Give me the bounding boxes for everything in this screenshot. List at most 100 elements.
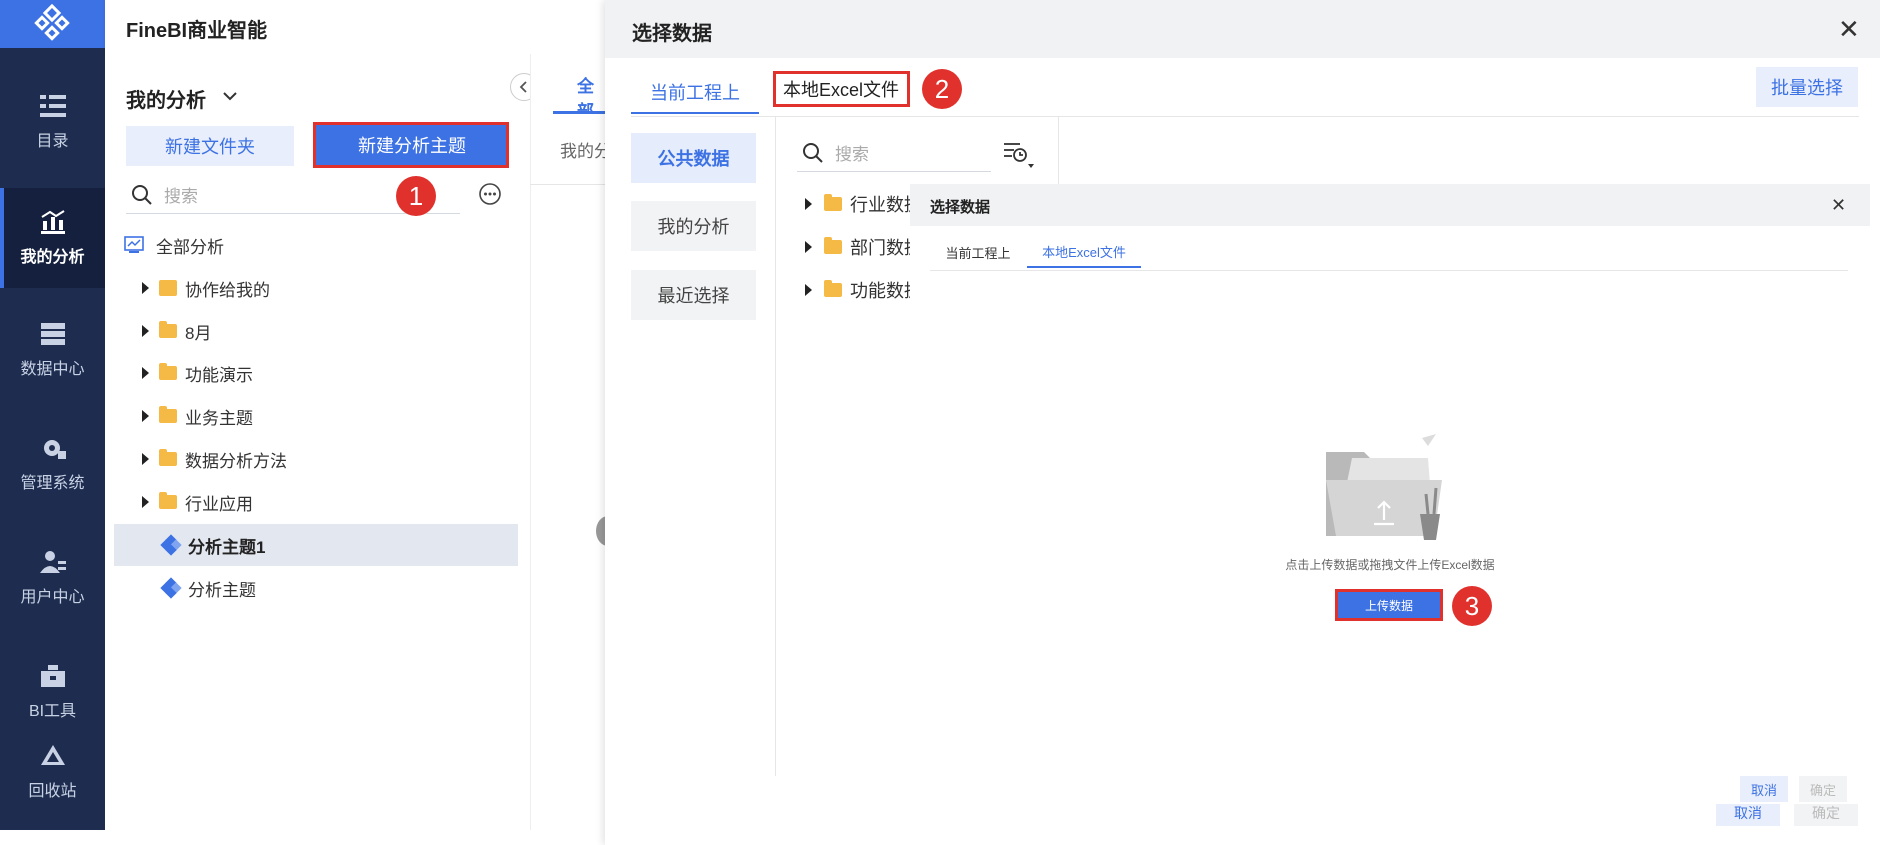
inner-tab-current-project[interactable]: 当前工程上 <box>930 236 1026 268</box>
divider <box>1058 116 1059 184</box>
divider <box>530 184 605 185</box>
expand-icon[interactable] <box>142 410 149 422</box>
search-icon <box>803 142 823 163</box>
tree-item[interactable]: 数据分析方法 <box>114 438 518 480</box>
highlight-box <box>1335 589 1443 621</box>
toolbox-icon <box>40 665 65 687</box>
annotation-marker-2: 2 <box>922 69 962 109</box>
close-icon[interactable]: ✕ <box>1838 16 1860 42</box>
logo[interactable] <box>0 0 105 48</box>
tree-label: 部门数据 <box>850 238 912 258</box>
chevron-down-icon[interactable] <box>222 90 238 102</box>
logo-icon <box>33 4 70 41</box>
side-title[interactable]: 我的分析 <box>126 84 206 113</box>
divider <box>930 270 1848 271</box>
expand-icon[interactable] <box>805 284 812 296</box>
tree-item-selected[interactable]: 分析主题1 <box>114 524 518 566</box>
inner-cancel-button[interactable]: 取消 <box>1740 776 1788 802</box>
data-tree-item[interactable]: 行业数据 <box>805 189 912 219</box>
expand-icon[interactable] <box>805 241 812 253</box>
upload-hint: 点击上传数据或拖拽文件上传Excel数据 <box>1285 558 1495 572</box>
tree-item[interactable]: 8月 <box>114 310 518 352</box>
nav-label: 回收站 <box>28 783 77 800</box>
expand-icon[interactable] <box>142 325 149 337</box>
tree-label: 业务主题 <box>185 408 253 428</box>
folder-icon <box>824 194 842 211</box>
nav-item-recycle[interactable]: 回收站 <box>0 722 105 822</box>
inner-dialog-title: 选择数据 <box>930 199 991 216</box>
expand-icon[interactable] <box>142 282 149 294</box>
nav-item-my-analysis[interactable]: 我的分析 <box>0 188 105 288</box>
my-analysis-icon <box>40 210 65 234</box>
nav-label: 我的分析 <box>20 249 85 266</box>
expand-icon[interactable] <box>142 453 149 465</box>
app-title: FineBI商业智能 <box>126 20 268 42</box>
tree-label: 行业数据 <box>850 195 912 215</box>
nav-label: BI工具 <box>28 703 77 720</box>
nav-label: 数据中心 <box>20 361 85 378</box>
tree-label: 分析主题1 <box>188 537 266 557</box>
more-icon[interactable] <box>478 182 502 206</box>
search-placeholder: 搜索 <box>835 145 869 164</box>
tree-item[interactable]: 协作给我的 <box>114 267 518 309</box>
data-tree-item[interactable]: 功能数据 <box>805 275 912 305</box>
recycle-icon <box>40 745 65 765</box>
folder-icon <box>159 449 177 466</box>
tree-item[interactable]: 分析主题 <box>114 567 518 609</box>
category-public-data[interactable]: 公共数据 <box>631 133 756 183</box>
monitor-icon <box>124 236 144 253</box>
annotation-marker-1: 1 <box>396 176 436 216</box>
user-icon <box>39 551 66 573</box>
expand-icon[interactable] <box>142 496 149 508</box>
divider <box>631 116 1859 117</box>
new-folder-button[interactable]: 新建文件夹 <box>126 126 294 166</box>
nav-label: 用户中心 <box>20 589 85 606</box>
expand-icon[interactable] <box>805 198 812 210</box>
tree-root[interactable]: 全部分析 <box>124 224 528 266</box>
tab-all[interactable]: 全部 <box>553 70 605 114</box>
highlight-box <box>773 71 910 107</box>
dialog-title: 选择数据 <box>632 23 712 45</box>
divider <box>775 116 776 776</box>
data-tree-item[interactable]: 部门数据 <box>805 232 912 262</box>
filter-icon[interactable] <box>1000 140 1036 170</box>
search-placeholder: 搜索 <box>164 187 198 206</box>
tree-item[interactable]: 功能演示 <box>114 352 518 394</box>
breadcrumb: 我的分 <box>560 142 605 161</box>
folder-icon <box>824 280 842 297</box>
tab-current-project[interactable]: 当前工程上 <box>631 72 759 114</box>
expand-icon[interactable] <box>142 367 149 379</box>
inner-tab-local-excel[interactable]: 本地Excel文件 <box>1027 236 1141 268</box>
category-my-analysis[interactable]: 我的分析 <box>631 201 756 251</box>
tree-item[interactable]: 行业应用 <box>114 481 518 523</box>
tree-item[interactable]: 业务主题 <box>114 395 518 437</box>
nav-label: 目录 <box>36 133 69 150</box>
highlight-box <box>313 122 509 168</box>
tree-label: 数据分析方法 <box>185 451 287 471</box>
category-recent[interactable]: 最近选择 <box>631 270 756 320</box>
tree-label: 行业应用 <box>185 494 253 514</box>
inner-confirm-button[interactable]: 确定 <box>1799 776 1847 802</box>
nav-item-catalog[interactable]: 目录 <box>0 72 105 172</box>
folder-icon <box>159 363 177 380</box>
tree-label: 协作给我的 <box>185 280 270 300</box>
data-center-icon <box>40 323 65 345</box>
nav-item-management[interactable]: 管理系统 <box>0 414 105 514</box>
dialog-header <box>605 0 1880 58</box>
tree-label: 功能数据 <box>850 281 912 301</box>
tree-label: 功能演示 <box>185 365 253 385</box>
batch-select-button[interactable]: 批量选择 <box>1756 67 1858 107</box>
dialog-search-input[interactable]: 搜索 <box>797 134 991 172</box>
tree-label: 8月 <box>185 323 212 343</box>
nav-label: 管理系统 <box>20 475 85 492</box>
subject-icon <box>160 577 182 599</box>
nav-item-data-center[interactable]: 数据中心 <box>0 300 105 400</box>
catalog-icon <box>39 95 66 117</box>
close-icon[interactable]: ✕ <box>1831 196 1846 214</box>
search-icon <box>132 184 152 205</box>
upload-folder-illustration <box>1326 434 1442 540</box>
folder-icon <box>159 321 177 338</box>
folder-icon <box>159 492 177 509</box>
nav-item-user-center[interactable]: 用户中心 <box>0 528 105 628</box>
shared-folder-icon <box>159 280 177 296</box>
